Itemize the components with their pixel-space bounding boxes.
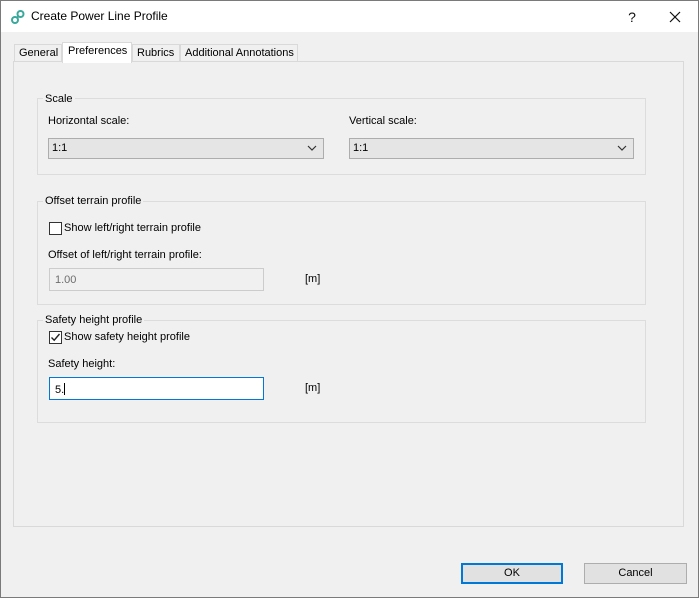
show-left-right-terrain-label[interactable]: Show left/right terrain profile [64, 222, 201, 234]
tab-preferences[interactable]: Preferences [62, 42, 132, 63]
horizontal-scale-value: 1:1 [52, 142, 68, 154]
title-bar[interactable]: Create Power Line Profile ? [1, 1, 698, 32]
offset-field-label: Offset of left/right terrain profile: [48, 249, 202, 261]
close-button[interactable] [652, 1, 698, 32]
chevron-down-icon [307, 145, 317, 151]
safety-height-input[interactable]: 5. [49, 377, 264, 400]
safety-height-field-label: Safety height: [48, 358, 116, 370]
offset-input[interactable]: 1.00 [49, 268, 264, 291]
tab-general[interactable]: General [14, 44, 62, 62]
tab-additional-annotations[interactable]: Additional Annotations [180, 44, 298, 62]
tab-rubrics[interactable]: Rubrics [132, 44, 180, 62]
show-left-right-terrain-checkbox[interactable] [49, 222, 62, 235]
horizontal-scale-select[interactable]: 1:1 [48, 138, 324, 159]
checkmark-icon [51, 333, 61, 342]
safety-height-input-value: 5. [55, 383, 66, 396]
vertical-scale-select[interactable]: 1:1 [349, 138, 634, 159]
show-safety-height-checkbox[interactable] [49, 331, 62, 344]
offset-unit-label: [m] [305, 273, 321, 285]
scale-group [37, 98, 646, 175]
scale-group-title: Scale [43, 93, 75, 105]
offset-terrain-group-title: Offset terrain profile [43, 195, 144, 207]
cancel-button[interactable]: Cancel [584, 563, 687, 584]
horizontal-scale-label: Horizontal scale: [48, 115, 130, 127]
show-safety-height-label[interactable]: Show safety height profile [64, 331, 190, 343]
vertical-scale-label: Vertical scale: [349, 115, 417, 127]
close-icon [669, 11, 681, 22]
vertical-scale-value: 1:1 [353, 142, 369, 154]
window-title: Create Power Line Profile [31, 9, 168, 23]
safety-height-group-title: Safety height profile [43, 314, 145, 326]
offset-input-value: 1.00 [55, 274, 77, 286]
ok-button[interactable]: OK [461, 563, 563, 584]
power-line-app-icon [10, 9, 26, 25]
help-button[interactable]: ? [609, 1, 655, 32]
safety-height-unit-label: [m] [305, 382, 321, 394]
chevron-down-icon [617, 145, 627, 151]
